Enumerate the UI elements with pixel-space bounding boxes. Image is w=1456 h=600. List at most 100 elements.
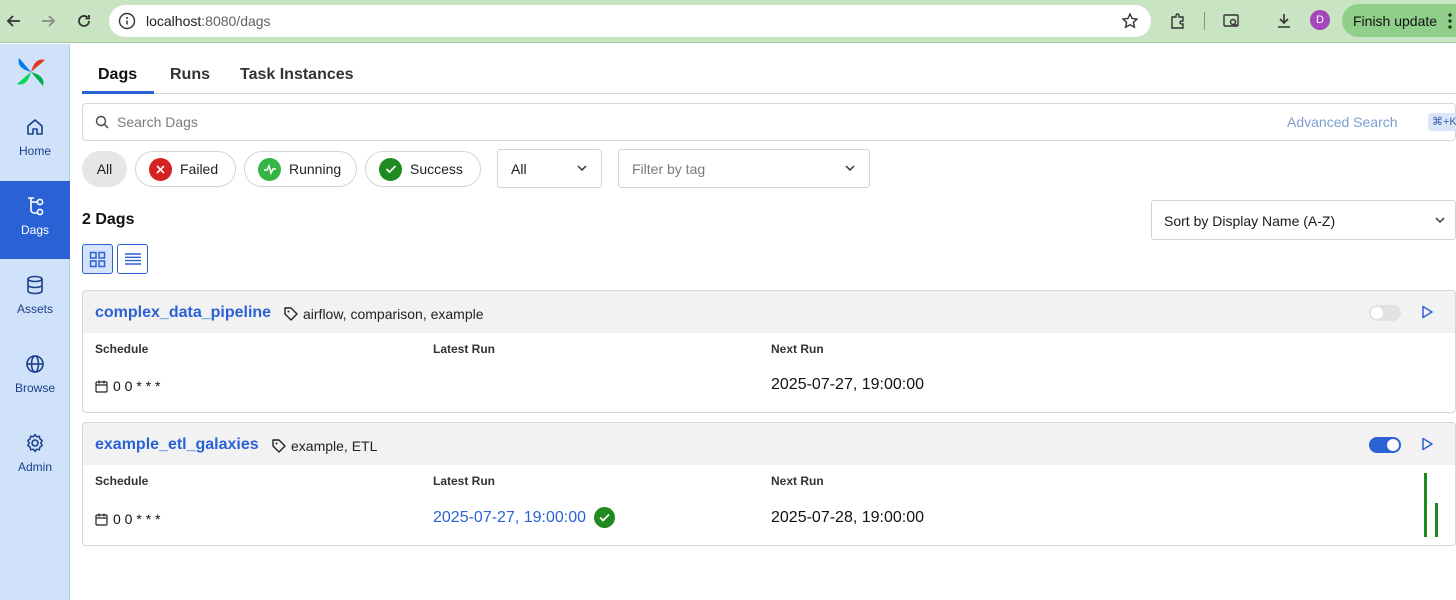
filter-label: Success [410,161,463,177]
address-bar[interactable]: localhost:8080/dags [109,5,1151,37]
table-view-button[interactable] [117,244,148,274]
reload-button[interactable] [72,9,96,33]
chevron-down-icon [1435,217,1445,224]
chevron-down-icon [577,165,587,172]
card-view-button[interactable] [82,244,113,274]
select-placeholder: Filter by tag [632,161,706,177]
home-icon [27,119,43,135]
schedule-text: 0 0 * * * [113,511,161,527]
profile-avatar[interactable]: D [1310,10,1330,30]
dag-pause-toggle[interactable] [1369,305,1401,321]
sidebar-item-label: Browse [14,381,55,395]
latest-run-value: 2025-07-27, 19:00:00 [433,507,616,528]
dag-tags-text: airflow, comparison, example [303,306,484,322]
sidebar-item-dags[interactable]: Dags [0,181,70,259]
forward-button[interactable] [36,9,60,33]
arrow-left-icon [6,15,20,27]
latest-run-column-header: Latest Run [433,474,496,488]
dag-tags: example, ETL [271,438,377,454]
toolbar-divider [1204,12,1205,30]
tab-runs[interactable]: Runs [170,66,210,84]
schedule-value: 0 0 * * * [95,511,160,527]
tag-filter-select[interactable]: Filter by tag [618,149,870,188]
paused-filter-select[interactable]: All [497,149,602,188]
sidebar-item-browse[interactable]: Browse [0,353,70,431]
tab-task-instances[interactable]: Task Instances [240,66,354,84]
list-icon [124,253,141,265]
back-button[interactable] [2,9,26,33]
grid-icon [89,251,106,267]
filter-label: Running [289,161,342,177]
toggle-knob [1387,439,1399,451]
schedule-text: 0 0 * * * [113,378,161,394]
running-pulse-icon [258,157,281,181]
address-text: localhost:8080/dags [146,13,271,29]
failed-x-icon [149,157,172,181]
trigger-play-icon[interactable] [1420,437,1434,451]
reload-icon [78,15,90,27]
search-dags-input[interactable]: Search Dags Advanced Search ⌘+K [82,103,1456,141]
puzzle-icon [1171,13,1184,29]
sidebar-item-label: Dags [20,223,49,237]
bookmark-star-icon[interactable] [1121,12,1139,30]
sidebar-item-label: Assets [16,302,53,316]
airflow-logo-icon[interactable] [13,54,49,90]
dag-card: complex_data_pipeline airflow, compariso… [82,290,1456,413]
browser-toolbar: localhost:8080/dags D Finish update [0,0,1456,43]
arrow-right-icon [42,15,56,27]
sidebar-item-label: Home [18,144,51,158]
site-info-icon[interactable] [118,12,136,30]
advanced-search-link[interactable]: Advanced Search [1287,114,1398,130]
filter-running-button[interactable]: Running [244,151,357,187]
search-placeholder: Search Dags [117,114,198,130]
latest-run-link[interactable]: 2025-07-27, 19:00:00 [433,509,586,527]
dag-card: example_etl_galaxies example, ETL Schedu… [82,422,1456,546]
filter-success-button[interactable]: Success [365,151,481,187]
sidebar-item-label: Admin [17,460,52,474]
tab-dags[interactable]: Dags [98,66,137,84]
database-icon [27,275,43,295]
schedule-value: 0 0 * * * [95,378,160,394]
search-icon [95,115,109,129]
filter-all-button[interactable]: All [82,151,127,187]
dag-count: 2 Dags [82,211,135,228]
cast-search-button[interactable] [1220,10,1242,32]
select-value: All [511,161,527,177]
filter-failed-button[interactable]: Failed [135,151,236,187]
dag-tags-text: example, ETL [291,438,378,454]
sidebar-item-assets[interactable]: Assets [0,274,70,352]
next-run-value: 2025-07-28, 19:00:00 [771,509,925,526]
dag-name-link[interactable]: complex_data_pipeline [95,304,271,322]
more-vertical-icon [1448,13,1452,29]
sort-select[interactable]: Sort by Display Name (A-Z) [1151,200,1456,240]
downloads-button[interactable] [1273,10,1295,32]
next-run-column-header: Next Run [771,474,824,488]
run-duration-bar[interactable] [1424,473,1427,537]
sidebar-item-admin[interactable]: Admin [0,432,70,510]
main-tabs: Dags Runs Task Instances [82,56,1456,94]
latest-run-column-header: Latest Run [433,342,496,356]
dag-tags: airflow, comparison, example [283,306,484,322]
select-value: Sort by Display Name (A-Z) [1164,213,1336,229]
gear-icon [27,433,43,453]
toggle-knob [1371,307,1383,319]
schedule-column-header: Schedule [95,342,149,356]
tag-icon [272,439,286,453]
success-check-icon [379,157,402,181]
download-icon [1278,14,1290,28]
filter-label: All [96,161,113,177]
finish-update-button[interactable]: Finish update [1342,4,1456,37]
calendar-icon [95,380,108,393]
run-duration-bar[interactable] [1435,503,1438,537]
extensions-button[interactable] [1167,10,1189,32]
globe-icon [26,355,44,373]
dag-pause-toggle[interactable] [1369,437,1401,453]
trigger-play-icon[interactable] [1420,305,1434,319]
search-shortcut-badge: ⌘+K [1428,113,1456,131]
next-run-column-header: Next Run [771,342,824,356]
filter-label: Failed [180,161,219,177]
next-run-value: 2025-07-27, 19:00:00 [771,376,925,393]
dag-name-link[interactable]: example_etl_galaxies [95,436,259,454]
dags-icon [28,197,44,216]
sidebar: Home Dags Assets Browse Admin [0,44,70,600]
